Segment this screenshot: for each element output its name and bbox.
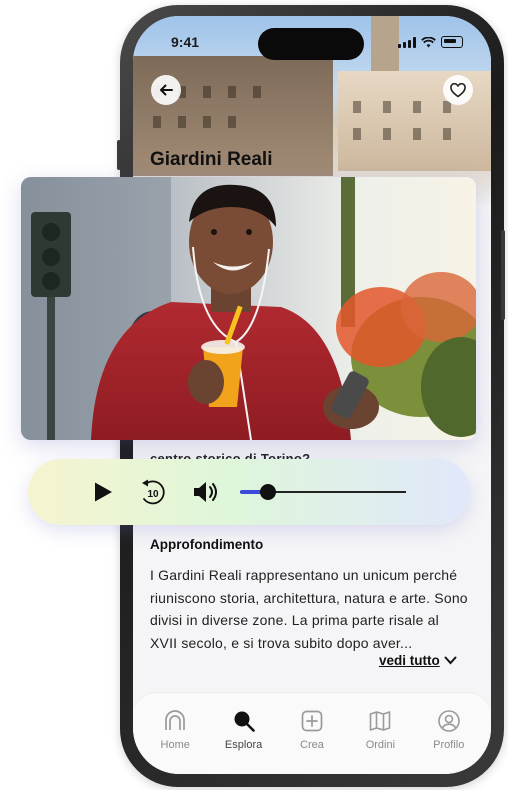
progress-slider[interactable] — [240, 484, 406, 500]
heart-icon — [450, 82, 466, 97]
hero-window — [203, 116, 211, 128]
hero-window — [413, 128, 421, 140]
rewind-seconds-label: 10 — [147, 489, 159, 500]
hero-window — [228, 116, 236, 128]
photo-card — [21, 177, 476, 440]
rewind-button[interactable]: 10 — [138, 479, 168, 505]
hero-window — [443, 128, 451, 140]
person-listening-photo — [21, 177, 476, 440]
map-icon — [370, 711, 391, 731]
see-all-label: vedi tutto — [379, 653, 440, 668]
favorite-button[interactable] — [443, 75, 473, 105]
page-title: Giardini Reali — [150, 149, 273, 170]
section-heading: Approfondimento — [150, 537, 264, 552]
audio-player: 10 — [28, 459, 470, 525]
tab-esplora[interactable]: Esplora — [214, 693, 274, 774]
tab-home-label: Home — [160, 739, 190, 751]
tab-crea[interactable]: Crea — [282, 693, 342, 774]
arch-icon — [165, 710, 186, 730]
hero-window — [228, 86, 236, 98]
tab-home[interactable]: Home — [145, 693, 205, 774]
signal-icon — [398, 36, 416, 48]
hero-window — [253, 86, 261, 98]
status-time: 9:41 — [171, 34, 200, 50]
volume-icon — [194, 482, 217, 502]
user-icon — [437, 710, 460, 732]
tab-profilo-label: Profilo — [433, 739, 465, 751]
hero-window — [353, 128, 361, 140]
tab-ordini-label: Ordini — [365, 739, 396, 751]
hero-window — [383, 128, 391, 140]
plus-square-icon — [301, 710, 323, 732]
hero-window — [203, 86, 211, 98]
arrow-left-icon — [160, 84, 173, 96]
hero-window — [178, 116, 186, 128]
play-button[interactable] — [92, 479, 114, 505]
phone-power-button — [501, 230, 505, 320]
hero-tower — [371, 16, 399, 76]
hero-window — [383, 101, 391, 113]
description-text: I Gardini Reali rappresentano un unicum … — [150, 567, 468, 651]
hero-window — [153, 116, 161, 128]
hero-window — [413, 101, 421, 113]
search-icon — [234, 711, 255, 732]
rewind-10-icon: 10 — [142, 479, 165, 505]
phone-side-button — [117, 140, 121, 170]
back-button[interactable] — [151, 75, 181, 105]
status-icons — [398, 36, 463, 48]
play-icon — [95, 482, 112, 502]
tab-ordini[interactable]: Ordini — [350, 693, 410, 774]
chevron-down-icon — [444, 656, 457, 665]
tab-bar: Home Esplora Crea Ordini Profilo — [133, 692, 491, 774]
volume-button[interactable] — [192, 479, 220, 505]
wifi-icon — [421, 36, 436, 47]
see-all-link[interactable]: vedi tutto — [379, 653, 457, 668]
progress-slider-knob[interactable] — [260, 484, 277, 500]
tab-esplora-label: Esplora — [224, 739, 263, 751]
battery-icon — [441, 36, 463, 48]
dynamic-island — [258, 28, 364, 60]
tab-profilo[interactable]: Profilo — [419, 693, 479, 774]
hero-window — [353, 101, 361, 113]
tab-crea-label: Crea — [300, 739, 324, 751]
